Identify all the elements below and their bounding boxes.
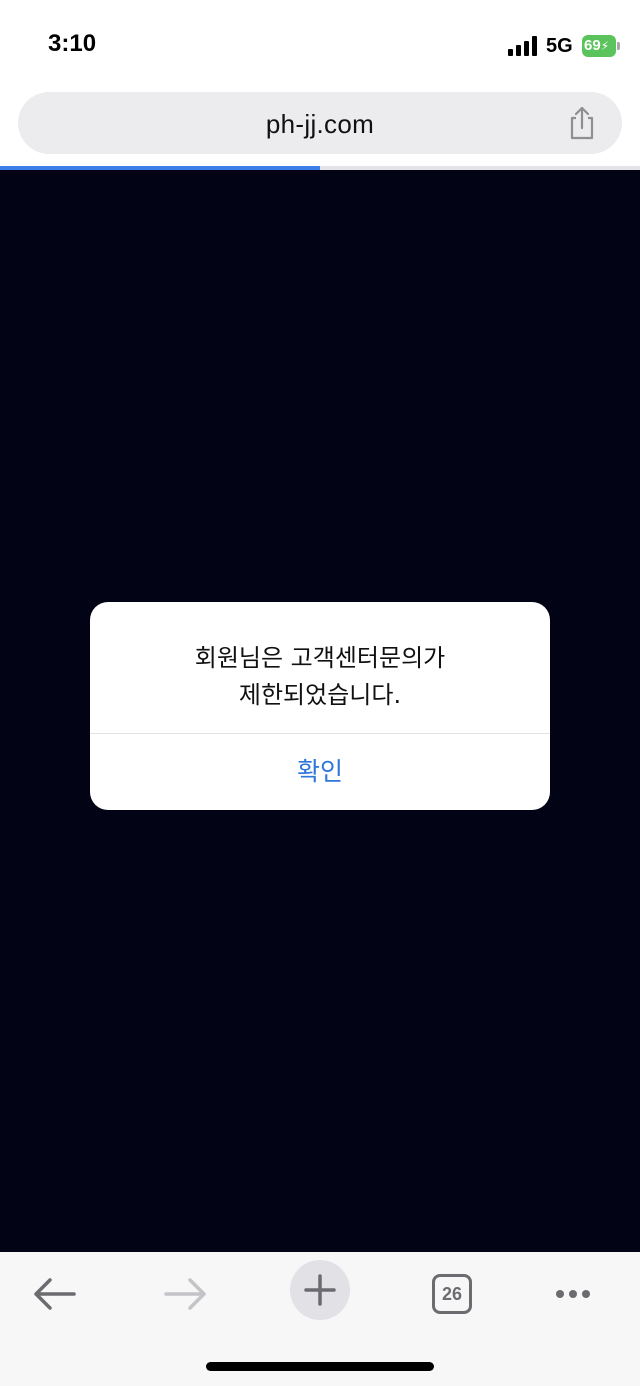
arrow-left-icon <box>34 1278 76 1310</box>
status-bar: 3:10 5G 69⚡ <box>0 0 640 90</box>
plus-icon <box>304 1274 336 1306</box>
alert-dialog: 회원님은 고객센터문의가 제한되었습니다. 확인 <box>90 602 550 810</box>
status-time: 3:10 <box>48 30 97 57</box>
confirm-button[interactable]: 확인 <box>90 734 550 810</box>
alert-message-line-2: 제한되었습니다. <box>238 681 402 709</box>
new-tab-button[interactable] <box>290 1260 350 1320</box>
forward-button[interactable] <box>154 1262 218 1326</box>
alert-message: 회원님은 고객센터문의가 제한되었습니다. <box>90 640 550 714</box>
charging-bolt-icon: ⚡ <box>600 39 610 53</box>
arrow-right-icon <box>164 1278 206 1310</box>
more-button[interactable] <box>540 1262 604 1326</box>
back-button[interactable] <box>22 1262 86 1326</box>
battery-body: 69⚡ <box>582 35 616 57</box>
share-icon[interactable] <box>566 106 598 140</box>
battery-percent: 69 <box>584 37 601 54</box>
alert-message-line-1: 회원님은 고객센터문의가 <box>194 644 446 672</box>
address-bar[interactable]: ph-jj.com <box>18 92 622 154</box>
network-type: 5G <box>546 35 573 57</box>
battery-indicator: 69⚡ <box>582 35 620 57</box>
tabs-button[interactable]: 26 <box>420 1262 484 1326</box>
cellular-signal-icon <box>508 36 537 56</box>
url-text[interactable]: ph-jj.com <box>18 109 622 140</box>
battery-cap <box>617 42 620 50</box>
home-indicator <box>206 1362 434 1371</box>
tab-count: 26 <box>432 1274 472 1314</box>
more-dots-icon <box>556 1290 590 1298</box>
